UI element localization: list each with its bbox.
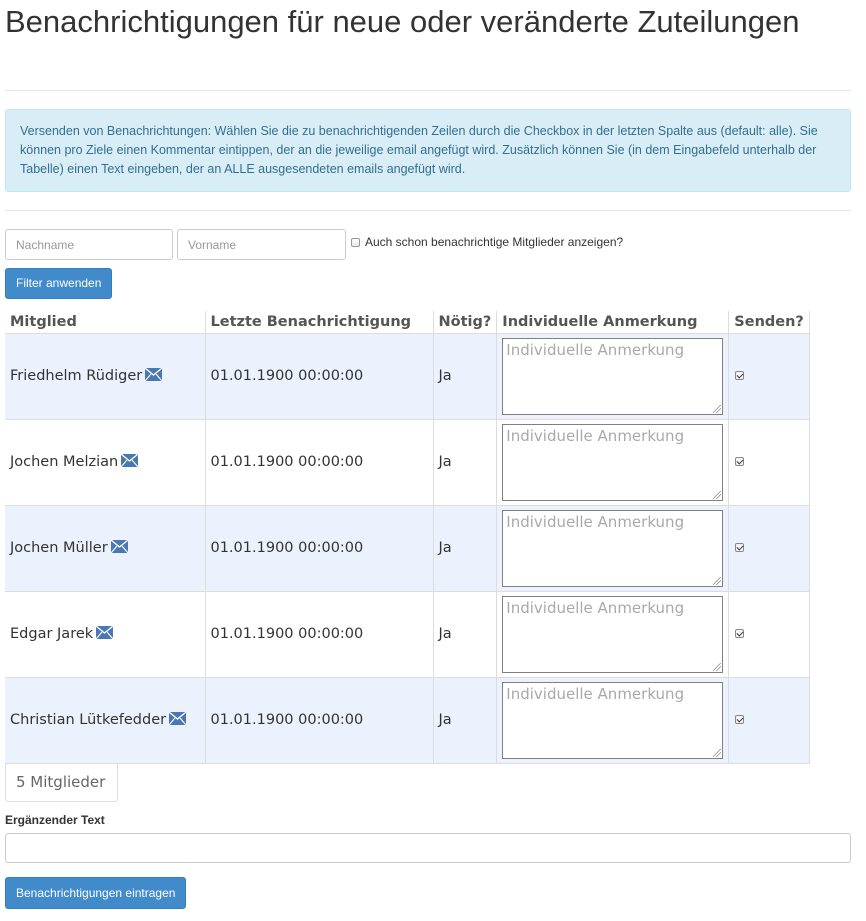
extra-text-label: Ergänzender Text	[5, 813, 105, 827]
send-checkbox[interactable]	[735, 543, 745, 552]
member-cell: Edgar Jarek	[5, 591, 206, 678]
divider	[5, 90, 851, 91]
note-textarea[interactable]	[502, 423, 724, 501]
send-cell	[728, 677, 810, 764]
note-textarea[interactable]	[502, 595, 724, 673]
envelope-icon[interactable]	[96, 626, 114, 639]
info-alert: Versenden von Benachrichtungen: Wählen S…	[5, 109, 851, 192]
resize-grip-icon[interactable]	[713, 490, 722, 499]
send-checkbox[interactable]	[735, 629, 745, 638]
submit-notifications-button[interactable]: Benachrichtigungen eintragen	[5, 877, 187, 909]
last-notification-cell: 01.01.1900 00:00:00	[205, 591, 434, 678]
resize-grip-icon[interactable]	[713, 662, 722, 671]
firstname-filter-input[interactable]	[177, 229, 346, 260]
send-checkbox[interactable]	[735, 457, 745, 466]
member-count: 5 Mitglieder	[5, 763, 118, 802]
resize-grip-icon[interactable]	[713, 748, 722, 757]
member-cell: Friedhelm Rüdiger	[5, 333, 206, 420]
envelope-icon[interactable]	[110, 540, 128, 553]
needed-cell: Ja	[433, 505, 498, 592]
show-notified-label: Auch schon benachrichtige Mitglieder anz…	[365, 235, 624, 249]
table-row: Jochen Müller 01.01.1900 00:00:00 Ja	[5, 505, 810, 592]
table-header-row: Mitglied Letzte Benachrichtigung Nötig? …	[5, 311, 810, 334]
send-cell	[728, 419, 810, 506]
last-notification-cell: 01.01.1900 00:00:00	[205, 333, 434, 420]
lastname-filter-input[interactable]	[5, 229, 173, 260]
note-cell	[496, 333, 730, 420]
member-name[interactable]: Jochen Melzian	[10, 454, 118, 470]
header-send: Senden?	[728, 311, 810, 334]
table-row: Edgar Jarek 01.01.1900 00:00:00 Ja	[5, 591, 810, 678]
extra-text-input[interactable]	[5, 833, 851, 863]
resize-grip-icon[interactable]	[713, 404, 722, 413]
last-notification-cell: 01.01.1900 00:00:00	[205, 677, 434, 764]
header-note: Individuelle Anmerkung	[496, 311, 730, 334]
needed-cell: Ja	[433, 591, 498, 678]
note-cell	[496, 677, 730, 764]
send-checkbox[interactable]	[735, 715, 745, 724]
needed-cell: Ja	[433, 333, 498, 420]
member-cell: Jochen Müller	[5, 505, 206, 592]
resize-grip-icon[interactable]	[713, 576, 722, 585]
send-cell	[728, 333, 810, 420]
table-row: Friedhelm Rüdiger 01.01.1900 00:00:00 Ja	[5, 333, 810, 420]
send-checkbox[interactable]	[735, 371, 745, 380]
note-textarea[interactable]	[502, 509, 724, 587]
envelope-icon[interactable]	[169, 712, 187, 725]
note-cell	[496, 419, 730, 506]
send-cell	[728, 591, 810, 678]
last-notification-cell: 01.01.1900 00:00:00	[205, 419, 434, 506]
table-row: Christian Lütkefedder 01.01.1900 00:00:0…	[5, 677, 810, 764]
note-cell	[496, 591, 730, 678]
table-row: Jochen Melzian 01.01.1900 00:00:00 Ja	[5, 419, 810, 506]
send-cell	[728, 505, 810, 592]
header-needed: Nötig?	[433, 311, 498, 334]
divider	[5, 210, 851, 211]
note-textarea[interactable]	[502, 681, 724, 759]
note-cell	[496, 505, 730, 592]
header-member: Mitglied	[5, 311, 206, 334]
show-notified-checkbox[interactable]	[351, 238, 360, 247]
needed-cell: Ja	[433, 419, 498, 506]
member-name[interactable]: Edgar Jarek	[10, 626, 93, 642]
member-cell: Christian Lütkefedder	[5, 677, 206, 764]
note-textarea[interactable]	[502, 337, 724, 415]
info-text: Versenden von Benachrichtungen: Wählen S…	[20, 124, 818, 176]
member-name[interactable]: Jochen Müller	[10, 540, 108, 556]
member-name[interactable]: Christian Lütkefedder	[10, 712, 166, 728]
needed-cell: Ja	[433, 677, 498, 764]
header-last-notification: Letzte Benachrichtigung	[205, 311, 434, 334]
page-title: Benachrichtigungen für neue oder verände…	[5, 4, 800, 39]
envelope-icon[interactable]	[145, 368, 163, 381]
member-name[interactable]: Friedhelm Rüdiger	[10, 368, 142, 384]
apply-filter-button[interactable]: Filter anwenden	[5, 268, 113, 299]
members-table: Mitglied Letzte Benachrichtigung Nötig? …	[5, 311, 810, 764]
last-notification-cell: 01.01.1900 00:00:00	[205, 505, 434, 592]
member-cell: Jochen Melzian	[5, 419, 206, 506]
envelope-icon[interactable]	[121, 454, 139, 467]
